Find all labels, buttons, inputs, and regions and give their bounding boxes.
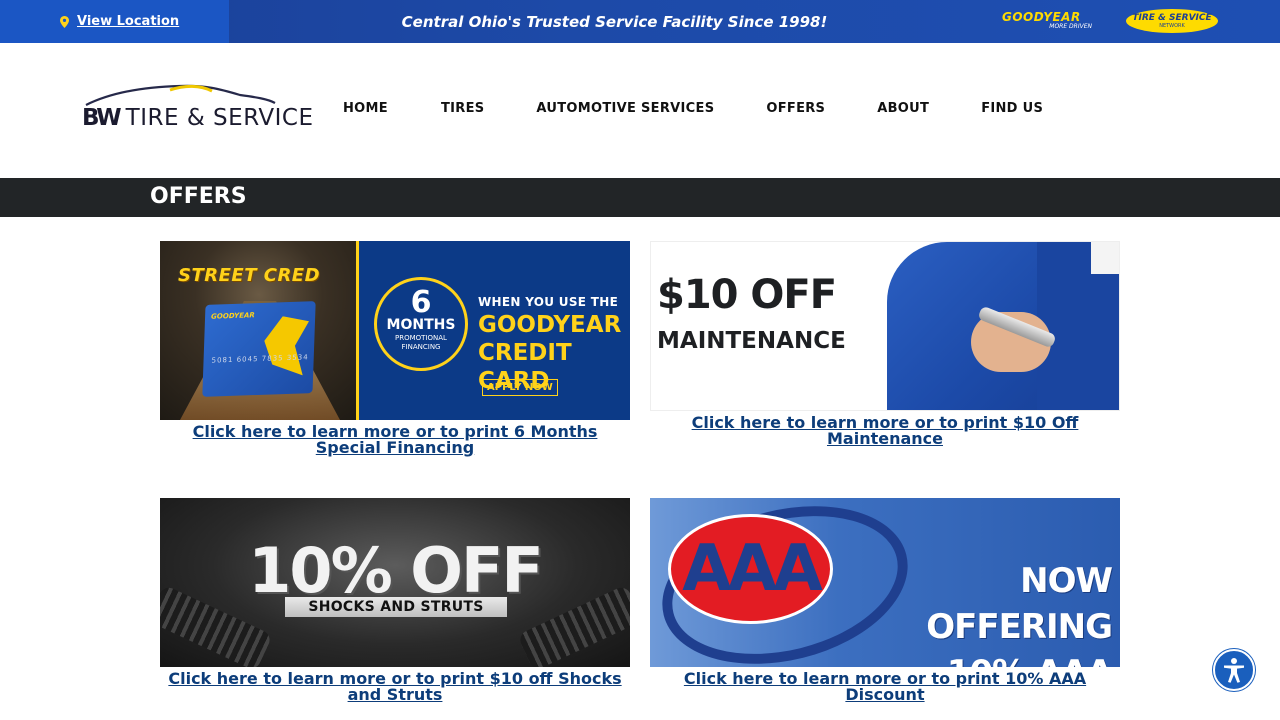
months-badge: 6 MONTHS PROMOTIONAL FINANCING <box>374 277 468 371</box>
goodyear-logo-text: GOODYEAR <box>1002 10 1081 24</box>
maintenance-sub: MAINTENANCE <box>657 328 846 354</box>
brand-text: TIRE & SERVICE <box>125 105 314 131</box>
when-text: WHEN YOU USE THE <box>478 295 619 309</box>
view-location-link[interactable]: View Location <box>0 0 229 43</box>
offer-card-shocks: 10% OFF SHOCKS AND STRUTS Click here to … <box>160 498 630 703</box>
network-logo-text: TIRE & SERVICE <box>1132 13 1212 23</box>
page-title-bar: OFFERS <box>0 178 1280 217</box>
months-label: MONTHS <box>386 317 456 333</box>
apply-now-badge: APPLY NOW <box>482 379 558 396</box>
offer-link-aaa[interactable]: Click here to learn more or to print 10%… <box>650 671 1120 703</box>
site-header: BW TIRE & SERVICE HOME TIRES AUTOMOTIVE S… <box>0 43 1280 178</box>
offer-card-maintenance: $10 OFF MAINTENANCE Click here to learn … <box>650 241 1120 447</box>
network-logo-sub: NETWORK <box>1159 23 1185 29</box>
page-title: OFFERS <box>150 184 247 209</box>
brand-initials: BW <box>82 105 122 131</box>
maintenance-headline: $10 OFF <box>657 272 837 318</box>
aaa-line1: NOW OFFERING <box>926 561 1113 647</box>
aaa-line2: 10% AAA DISCOUNT! <box>850 650 1113 667</box>
accessibility-icon <box>1224 658 1244 683</box>
nav-offers[interactable]: OFFERS <box>766 101 825 116</box>
offer-card-aaa: AAA NOW OFFERING 10% AAA DISCOUNT! Click… <box>650 498 1120 703</box>
brand-name: BW TIRE & SERVICE <box>82 105 314 131</box>
top-bar: View Location Central Ohio's Trusted Ser… <box>0 0 1280 43</box>
street-cred-headline: STREET CRED <box>178 265 321 286</box>
offer-banner-shocks[interactable]: 10% OFF SHOCKS AND STRUTS <box>160 498 630 667</box>
credit-card-line1: GOODYEAR <box>478 312 622 338</box>
offer-banner-financing[interactable]: STREET CRED GOODYEAR 5081 6045 7835 3534… <box>160 241 630 420</box>
nav-automotive-services[interactable]: AUTOMOTIVE SERVICES <box>536 101 714 116</box>
street-cred-panel: STREET CRED GOODYEAR 5081 6045 7835 3534 <box>160 241 358 420</box>
site-logo[interactable]: BW TIRE & SERVICE <box>80 81 313 137</box>
months-number: 6 <box>410 285 432 320</box>
shocks-sub: SHOCKS AND STRUTS <box>285 597 507 617</box>
accessibility-button[interactable] <box>1213 649 1255 691</box>
view-location-label: View Location <box>77 14 180 29</box>
card-brand: GOODYEAR <box>210 311 255 321</box>
main-nav: HOME TIRES AUTOMOTIVE SERVICES OFFERS AB… <box>343 101 1095 116</box>
tire-service-network-logo[interactable]: TIRE & SERVICE NETWORK <box>1126 9 1218 33</box>
offer-link-financing[interactable]: Click here to learn more or to print 6 M… <box>160 424 630 456</box>
offer-banner-maintenance[interactable]: $10 OFF MAINTENANCE <box>650 241 1120 411</box>
tagline: Central Ohio's Trusted Service Facility … <box>401 12 828 31</box>
aaa-offer-text: NOW OFFERING 10% AAA DISCOUNT! <box>850 558 1113 667</box>
offer-link-maintenance[interactable]: Click here to learn more or to print $10… <box>650 415 1120 447</box>
offer-banner-aaa[interactable]: AAA NOW OFFERING 10% AAA DISCOUNT! <box>650 498 1120 667</box>
banner-divider <box>356 241 359 420</box>
map-pin-icon <box>60 15 69 28</box>
aaa-logo: AAA <box>668 514 833 624</box>
wingfoot-icon <box>263 315 309 376</box>
goodyear-logo-sub: MORE DRIVEN <box>1049 23 1092 30</box>
paper-graphic <box>1091 242 1119 274</box>
nav-find-us[interactable]: FIND US <box>981 101 1043 116</box>
goodyear-logo[interactable]: GOODYEAR MORE DRIVEN <box>1002 11 1102 33</box>
promo-label: PROMOTIONAL FINANCING <box>395 334 447 351</box>
offer-card-financing: STREET CRED GOODYEAR 5081 6045 7835 3534… <box>160 241 630 456</box>
offer-link-shocks[interactable]: Click here to learn more or to print $10… <box>160 671 630 703</box>
nav-tires[interactable]: TIRES <box>441 101 484 116</box>
credit-card-graphic: GOODYEAR 5081 6045 7835 3534 <box>202 301 316 397</box>
nav-about[interactable]: ABOUT <box>877 101 929 116</box>
nav-home[interactable]: HOME <box>343 101 388 116</box>
